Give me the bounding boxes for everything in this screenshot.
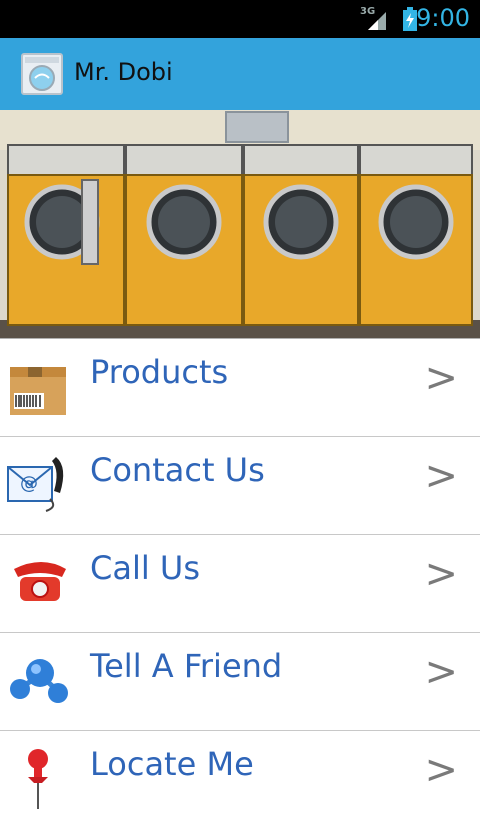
app-title: Mr. Dobi (74, 58, 173, 86)
status-bar: 3G 9:00 (0, 0, 480, 38)
chevron-right-icon: > (424, 355, 458, 401)
action-bar: Mr. Dobi (0, 38, 480, 110)
email-phone-icon: @ (6, 451, 70, 515)
menu-item-call-us[interactable]: Call Us > (0, 534, 480, 632)
washing-machine-icon[interactable] (20, 52, 64, 96)
chevron-right-icon: > (424, 453, 458, 499)
red-telephone-icon (6, 549, 70, 613)
share-molecule-icon (6, 647, 70, 711)
signal-icon: 3G (360, 6, 388, 32)
main-menu: Products > @ Contact Us > Call Us > Tell… (0, 338, 480, 828)
package-box-icon (6, 353, 70, 417)
laundromat-photo (0, 110, 480, 338)
menu-item-label: Locate Me (90, 745, 254, 783)
menu-item-label: Tell A Friend (90, 647, 283, 685)
menu-item-label: Call Us (90, 549, 200, 587)
menu-item-products[interactable]: Products > (0, 338, 480, 436)
chevron-right-icon: > (424, 551, 458, 597)
network-type: 3G (360, 6, 376, 17)
menu-item-tell-a-friend[interactable]: Tell A Friend > (0, 632, 480, 730)
menu-item-label: Products (90, 353, 229, 391)
menu-item-locate-me[interactable]: Locate Me > (0, 730, 480, 828)
menu-item-contact-us[interactable]: @ Contact Us > (0, 436, 480, 534)
chevron-right-icon: > (424, 747, 458, 793)
svg-text:@: @ (20, 473, 38, 494)
map-pin-icon (6, 745, 70, 809)
chevron-right-icon: > (424, 649, 458, 695)
menu-item-label: Contact Us (90, 451, 265, 489)
clock: 9:00 (416, 4, 470, 32)
